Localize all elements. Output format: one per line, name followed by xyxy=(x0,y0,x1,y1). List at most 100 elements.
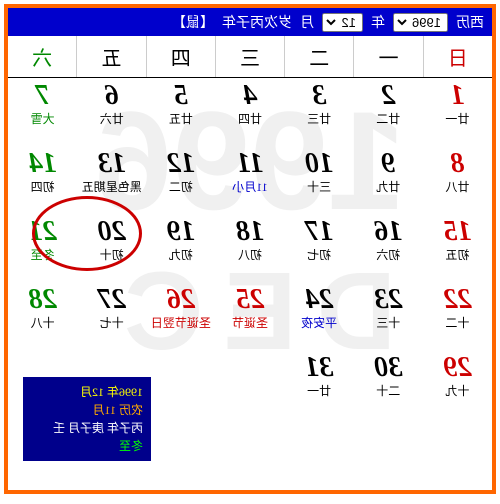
header-bar: 西历 1996 年 12 月 岁次丙子年 【鼠】 xyxy=(8,8,492,36)
day-number: 7 xyxy=(8,82,77,110)
day-number: 14 xyxy=(8,150,77,178)
tooltip-line2: 农历 11月 xyxy=(31,401,143,419)
year-select[interactable]: 1996 xyxy=(393,13,448,32)
day-number: 18 xyxy=(215,218,284,246)
tooltip-line1: 1996年 12月 xyxy=(31,383,143,401)
day-cell[interactable]: 6廿六 xyxy=(77,78,146,146)
day-number: 10 xyxy=(285,150,354,178)
weekday-3: 三 xyxy=(215,36,284,77)
day-cell[interactable]: 24 平安夜 xyxy=(285,282,354,350)
day-cell[interactable]: 4廿四 xyxy=(215,78,284,146)
day-cell[interactable]: 23 十三 xyxy=(354,282,423,350)
day-sublabel: 圣诞节翌日 xyxy=(146,316,215,330)
day-sublabel: 十七 xyxy=(77,316,146,330)
day-cell[interactable]: 1 廿一 xyxy=(423,78,492,146)
day-number: 30 xyxy=(354,354,423,382)
day-sublabel: 大雪 xyxy=(8,112,77,126)
day-sublabel: 初七 xyxy=(285,248,354,262)
day-sublabel: 黑色星期五 xyxy=(77,180,146,194)
day-number: 8 xyxy=(423,150,492,178)
day-sublabel: 十八 xyxy=(8,316,77,330)
day-cell[interactable]: 27十七 xyxy=(77,282,146,350)
day-cell xyxy=(215,350,284,418)
day-number: 1 xyxy=(423,82,492,110)
day-number: 11 xyxy=(215,150,284,178)
day-cell[interactable]: 2 廿二 xyxy=(354,78,423,146)
day-number: 31 xyxy=(285,354,354,382)
day-sublabel: 十三 xyxy=(354,316,423,330)
calendar-container: 西历 1996 年 12 月 岁次丙子年 【鼠】 日一二三四五六 1996 DE… xyxy=(4,4,496,494)
day-cell[interactable]: 15 初五 xyxy=(423,214,492,282)
day-cell[interactable]: 30二十 xyxy=(354,350,423,418)
weekday-6: 六 xyxy=(8,36,76,77)
day-cell[interactable]: 13黑色星期五 xyxy=(77,146,146,214)
day-number: 21 xyxy=(8,218,77,246)
day-number: 29 xyxy=(423,354,492,382)
weekday-5: 五 xyxy=(76,36,145,77)
day-sublabel: 圣诞节 xyxy=(215,316,284,330)
month-select[interactable]: 12 xyxy=(322,13,363,32)
day-cell[interactable]: 10 三十 xyxy=(285,146,354,214)
day-cell[interactable]: 16 初六 xyxy=(354,214,423,282)
day-sublabel: 初十 xyxy=(77,248,146,262)
day-sublabel: 廿五 xyxy=(146,112,215,126)
day-cell[interactable]: 25圣诞节 xyxy=(215,282,284,350)
day-cell[interactable]: 9 廿九 xyxy=(354,146,423,214)
day-number: 19 xyxy=(146,218,215,246)
tooltip-line3: 丙子年 庚子月 壬 xyxy=(31,419,143,437)
day-sublabel: 廿一 xyxy=(285,384,354,398)
day-sublabel: 廿八 xyxy=(423,180,492,194)
day-sublabel: 廿九 xyxy=(354,180,423,194)
day-cell[interactable]: 22 十二 xyxy=(423,282,492,350)
calendar-grid: 1996 DEC 1廿一2廿二3廿三4廿四5廿五6廿六7大雪8廿八9廿九10三十… xyxy=(8,78,492,418)
day-sublabel: 三十 xyxy=(285,180,354,194)
day-cell[interactable]: 17初七 xyxy=(285,214,354,282)
day-cell[interactable]: 3廿三 xyxy=(285,78,354,146)
day-cell[interactable]: 5廿五 xyxy=(146,78,215,146)
day-cell[interactable]: 21 冬至 xyxy=(8,214,77,282)
day-cell[interactable]: 29 十九 xyxy=(423,350,492,418)
day-cell[interactable]: 18初八 xyxy=(215,214,284,282)
day-cell[interactable]: 20初十 xyxy=(77,214,146,282)
day-number: 23 xyxy=(354,286,423,314)
day-sublabel: 十二 xyxy=(423,316,492,330)
day-sublabel: 廿一 xyxy=(423,112,492,126)
day-sublabel: 初五 xyxy=(423,248,492,262)
month-suffix: 月 xyxy=(300,12,314,32)
day-number: 22 xyxy=(423,286,492,314)
date-tooltip: 1996年 12月 农历 11月 丙子年 庚子月 壬 冬至 xyxy=(22,376,152,462)
day-cell[interactable]: 7 大雪 xyxy=(8,78,77,146)
day-sublabel: 初九 xyxy=(146,248,215,262)
day-number: 9 xyxy=(354,150,423,178)
day-number: 3 xyxy=(285,82,354,110)
weekday-4: 四 xyxy=(146,36,215,77)
day-cell[interactable]: 1111月小 xyxy=(215,146,284,214)
day-sublabel: 冬至 xyxy=(8,248,77,262)
era-label: 西历 xyxy=(456,12,484,32)
day-sublabel: 廿二 xyxy=(354,112,423,126)
day-cell[interactable]: 19 初九 xyxy=(146,214,215,282)
weekday-0: 日 xyxy=(423,36,492,77)
day-number: 28 xyxy=(8,286,77,314)
day-cell[interactable]: 28 十八 xyxy=(8,282,77,350)
day-number: 12 xyxy=(146,150,215,178)
day-cell[interactable]: 8 廿八 xyxy=(423,146,492,214)
weekday-2: 二 xyxy=(284,36,353,77)
day-number: 15 xyxy=(423,218,492,246)
day-sublabel: 平安夜 xyxy=(285,316,354,330)
day-number: 24 xyxy=(285,286,354,314)
day-cell[interactable]: 14初四 xyxy=(8,146,77,214)
zodiac-label: 【鼠】 xyxy=(172,12,214,32)
day-number: 4 xyxy=(215,82,284,110)
day-number: 2 xyxy=(354,82,423,110)
weekday-1: 一 xyxy=(353,36,422,77)
day-sublabel: 初六 xyxy=(354,248,423,262)
day-number: 16 xyxy=(354,218,423,246)
weekday-row: 日一二三四五六 xyxy=(8,36,492,78)
day-sublabel: 十九 xyxy=(423,384,492,398)
day-cell[interactable]: 26圣诞节翌日 xyxy=(146,282,215,350)
day-cell[interactable]: 31 廿一 xyxy=(285,350,354,418)
day-cell[interactable]: 12初二 xyxy=(146,146,215,214)
tooltip-line4: 冬至 xyxy=(31,437,143,455)
day-sublabel: 廿六 xyxy=(77,112,146,126)
